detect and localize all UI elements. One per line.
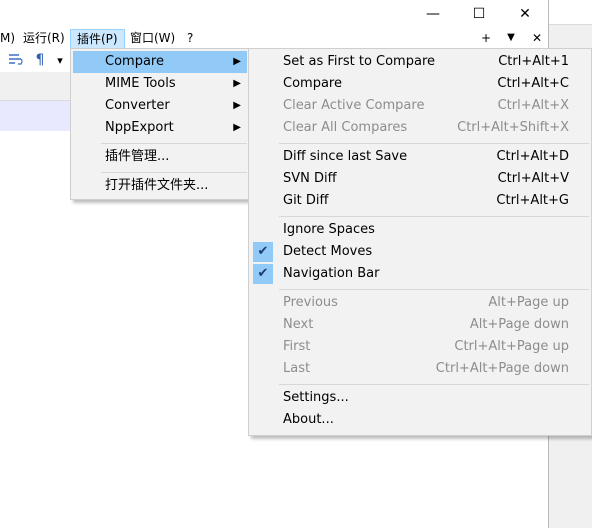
- menu-item-label: Previous: [283, 295, 338, 310]
- pilcrow-icon[interactable]: ¶: [30, 50, 50, 70]
- menu-window[interactable]: 窗口(W): [124, 28, 181, 48]
- submenu-arrow-icon: ▶: [233, 56, 241, 67]
- menu-separator: [279, 143, 589, 144]
- menu-separator: [101, 172, 247, 173]
- panel-divider: [549, 24, 592, 25]
- menu-item-shortcut: Ctrl+Alt+C: [497, 76, 569, 91]
- tab-list-button[interactable]: ▼: [501, 28, 521, 48]
- minimize-icon: —: [426, 6, 440, 22]
- menu-item-shortcut: Ctrl+Alt+Page down: [435, 361, 569, 376]
- close-icon: ✕: [519, 6, 531, 22]
- menu-item-nppexport[interactable]: NppExport ▶: [73, 117, 247, 139]
- menu-item-shortcut: Ctrl+Alt+Page up: [454, 339, 569, 354]
- new-tab-button[interactable]: +: [476, 28, 496, 48]
- menu-item-label: Compare: [283, 76, 342, 91]
- menu-item-open-plugins-folder[interactable]: 打开插件文件夹...: [73, 175, 247, 197]
- menu-item-compare[interactable]: Compare Ctrl+Alt+C: [251, 73, 589, 95]
- menu-item-shortcut: Ctrl+Alt+D: [496, 149, 569, 164]
- menu-bar: M) 运行(R) 插件(P) 窗口(W) ?: [0, 28, 548, 49]
- plugins-menu: Compare ▶ MIME Tools ▶ Converter ▶ NppEx…: [70, 48, 250, 200]
- wrap-icon[interactable]: [6, 50, 26, 70]
- menu-help[interactable]: ?: [181, 28, 199, 48]
- maximize-icon: ☐: [472, 6, 486, 22]
- close-button[interactable]: ✕: [502, 0, 548, 28]
- menu-item-label: Converter: [105, 98, 170, 113]
- menu-item-shortcut: Ctrl+Alt+1: [498, 54, 569, 69]
- menu-item-first[interactable]: First Ctrl+Alt+Page up: [251, 336, 589, 358]
- menu-item-label: NppExport: [105, 120, 174, 135]
- menu-item-label: Clear Active Compare: [283, 98, 425, 113]
- menu-item-shortcut: Ctrl+Alt+V: [497, 171, 569, 186]
- menu-item-navigation-bar[interactable]: ✔ Navigation Bar: [251, 263, 589, 285]
- menu-separator: [279, 216, 589, 217]
- close-document-button[interactable]: ✕: [527, 28, 547, 48]
- title-bar: — ☐ ✕: [0, 0, 548, 28]
- menu-item-clear-all-compares[interactable]: Clear All Compares Ctrl+Alt+Shift+X: [251, 117, 589, 139]
- minimize-button[interactable]: —: [410, 0, 456, 28]
- menu-item-ignore-spaces[interactable]: Ignore Spaces: [251, 219, 589, 241]
- menu-item-compare[interactable]: Compare ▶: [73, 51, 247, 73]
- menu-plugins[interactable]: 插件(P): [70, 29, 125, 49]
- menu-item-shortcut: Alt+Page down: [469, 317, 569, 332]
- menu-item-label: Clear All Compares: [283, 120, 408, 135]
- menu-item-label: Last: [283, 361, 311, 376]
- checkmark-icon: ✔: [253, 264, 273, 284]
- menu-item-label: Set as First to Compare: [283, 54, 435, 69]
- menu-item-settings[interactable]: Settings...: [251, 387, 589, 409]
- menu-item-shortcut: Ctrl+Alt+X: [497, 98, 569, 113]
- menu-item-last[interactable]: Last Ctrl+Alt+Page down: [251, 358, 589, 380]
- submenu-arrow-icon: ▶: [233, 78, 241, 89]
- menu-item-mime-tools[interactable]: MIME Tools ▶: [73, 73, 247, 95]
- menu-item-label: About...: [283, 412, 334, 427]
- submenu-arrow-icon: ▶: [233, 122, 241, 133]
- dropdown-arrow-icon[interactable]: ▾: [50, 50, 70, 70]
- menu-item-about[interactable]: About...: [251, 409, 589, 431]
- menu-item-label: 打开插件文件夹...: [105, 178, 209, 193]
- menu-item-label: Diff since last Save: [283, 149, 408, 164]
- menu-item-set-first[interactable]: Set as First to Compare Ctrl+Alt+1: [251, 51, 589, 73]
- checkmark-icon: ✔: [253, 242, 273, 262]
- menu-separator: [279, 289, 589, 290]
- menu-item-svn-diff[interactable]: SVN Diff Ctrl+Alt+V: [251, 168, 589, 190]
- compare-submenu: Set as First to Compare Ctrl+Alt+1 Compa…: [248, 48, 592, 436]
- menu-item-git-diff[interactable]: Git Diff Ctrl+Alt+G: [251, 190, 589, 212]
- menu-item-label: 插件管理...: [105, 149, 170, 164]
- menu-item-plugin-admin[interactable]: 插件管理...: [73, 146, 247, 168]
- menu-item-label: Navigation Bar: [283, 266, 380, 281]
- menu-separator: [279, 384, 589, 385]
- menu-item-shortcut: Ctrl+Alt+G: [496, 193, 569, 208]
- menu-item-label: Ignore Spaces: [283, 222, 375, 237]
- menu-item-label: Settings...: [283, 390, 349, 405]
- menu-item-detect-moves[interactable]: ✔ Detect Moves: [251, 241, 589, 263]
- menu-run[interactable]: 运行(R): [17, 28, 71, 48]
- menu-item-diff-since-save[interactable]: Diff since last Save Ctrl+Alt+D: [251, 146, 589, 168]
- menu-item-clear-active-compare[interactable]: Clear Active Compare Ctrl+Alt+X: [251, 95, 589, 117]
- menu-item-label: MIME Tools: [105, 76, 176, 91]
- menu-item-label: Compare: [105, 54, 164, 69]
- menu-item-next[interactable]: Next Alt+Page down: [251, 314, 589, 336]
- menu-item-label: Git Diff: [283, 193, 329, 208]
- submenu-arrow-icon: ▶: [233, 100, 241, 111]
- menu-item-label: Detect Moves: [283, 244, 373, 259]
- menu-item-previous[interactable]: Previous Alt+Page up: [251, 292, 589, 314]
- menu-item-label: SVN Diff: [283, 171, 337, 186]
- menu-separator: [101, 143, 247, 144]
- menu-item-converter[interactable]: Converter ▶: [73, 95, 247, 117]
- menu-item-label: First: [283, 339, 311, 354]
- menu-item-shortcut: Ctrl+Alt+Shift+X: [457, 120, 569, 135]
- menu-item-label: Next: [283, 317, 314, 332]
- menu-item-shortcut: Alt+Page up: [488, 295, 569, 310]
- maximize-button[interactable]: ☐: [456, 0, 502, 28]
